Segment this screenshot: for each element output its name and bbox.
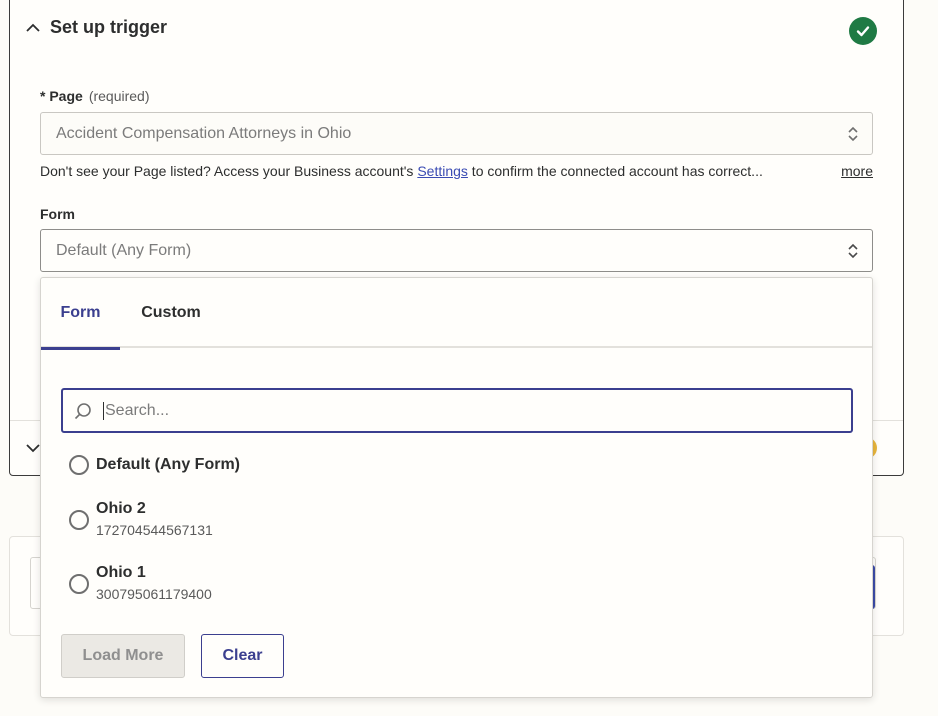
form-select[interactable]: Default (Any Form)	[40, 229, 873, 272]
card-title: Set up trigger	[50, 17, 168, 37]
option-label: Default (Any Form)	[96, 456, 240, 473]
help-suffix: to confirm the connected account has cor…	[467, 163, 763, 179]
required-marker: *	[40, 88, 46, 104]
radio-button[interactable]	[69, 574, 89, 594]
radio-button[interactable]	[69, 455, 89, 475]
option-label: Ohio 1	[96, 564, 146, 581]
load-more-button[interactable]: Load More	[61, 634, 185, 678]
option-id: 172704544567131	[96, 522, 213, 538]
form-dropdown: Form Custom Default (Any Form) Ohio 2 17…	[40, 277, 873, 698]
radio-button[interactable]	[69, 510, 89, 530]
clear-button[interactable]: Clear	[201, 634, 284, 678]
option-id: 300795061179400	[96, 586, 212, 602]
page-select-value: Accident Compensation Attorneys in Ohio	[56, 124, 352, 142]
page-field-label: * Page (required)	[40, 88, 150, 104]
chevron-updown-icon	[848, 243, 858, 259]
form-field-label: Form	[40, 206, 75, 222]
check-circle-icon	[849, 17, 877, 45]
option-ohio-2[interactable]: Ohio 2 172704544567131	[69, 499, 213, 539]
chevron-up-icon[interactable]	[24, 19, 42, 37]
more-link[interactable]: more	[841, 163, 873, 179]
page-help-text: Don't see your Page listed? Access your …	[40, 163, 873, 179]
option-ohio-1[interactable]: Ohio 1 300795061179400	[69, 563, 212, 603]
tab-custom[interactable]: Custom	[121, 278, 221, 348]
settings-link[interactable]: Settings	[417, 163, 468, 179]
search-box[interactable]	[61, 388, 853, 433]
option-label: Ohio 2	[96, 500, 146, 517]
required-text: (required)	[88, 88, 150, 104]
tab-form[interactable]: Form	[41, 278, 120, 350]
page-select[interactable]: Accident Compensation Attorneys in Ohio	[40, 112, 873, 155]
form-select-value: Default (Any Form)	[56, 241, 192, 259]
search-icon	[74, 402, 91, 419]
search-input[interactable]	[103, 401, 843, 420]
dropdown-tabs: Form Custom	[41, 278, 872, 350]
page-label-text: Page	[49, 88, 83, 104]
form-label-text: Form	[40, 206, 75, 222]
help-prefix: Don't see your Page listed? Access your …	[40, 163, 418, 179]
setup-trigger-header[interactable]: Set up trigger	[24, 17, 167, 38]
chevron-updown-icon	[848, 126, 858, 142]
option-default-any-form[interactable]: Default (Any Form)	[69, 455, 240, 475]
